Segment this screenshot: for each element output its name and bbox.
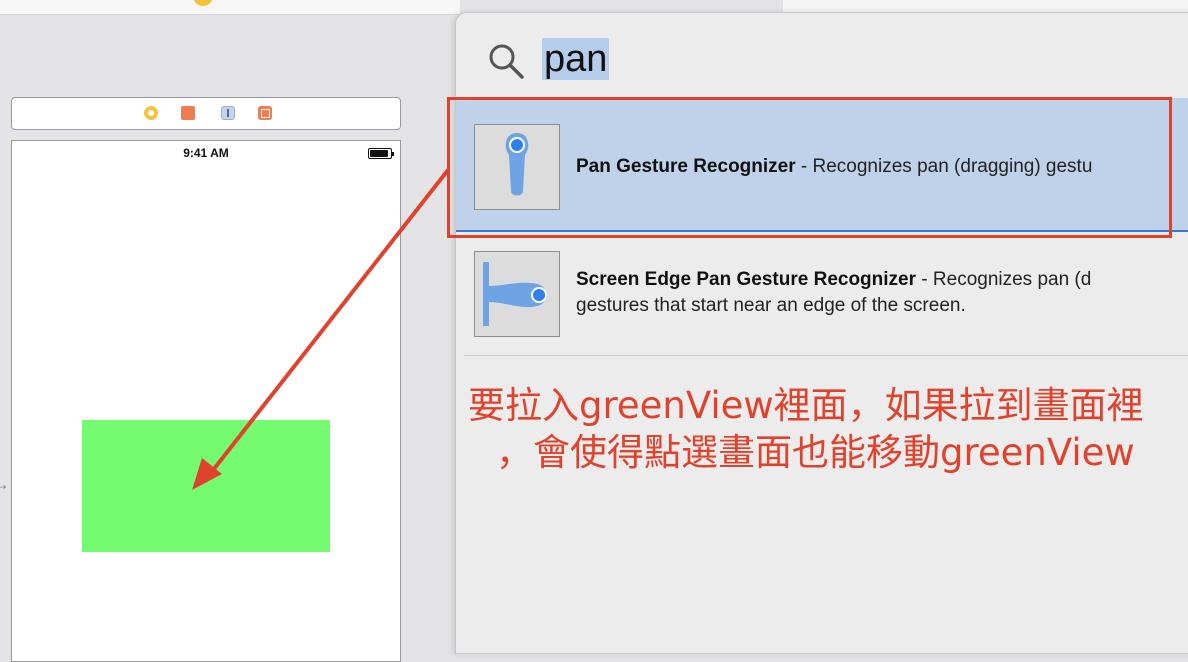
annotation-arrow: [192, 168, 450, 490]
annotation-text: 要拉入greenView裡面，如果拉到畫面裡 ，會使得點選畫面也能移動green…: [468, 382, 1183, 476]
annotation-line-1: 要拉入greenView裡面，如果拉到畫面裡: [468, 384, 1144, 427]
annotation-line-2: ，會使得點選畫面也能移動greenView: [496, 431, 1135, 474]
